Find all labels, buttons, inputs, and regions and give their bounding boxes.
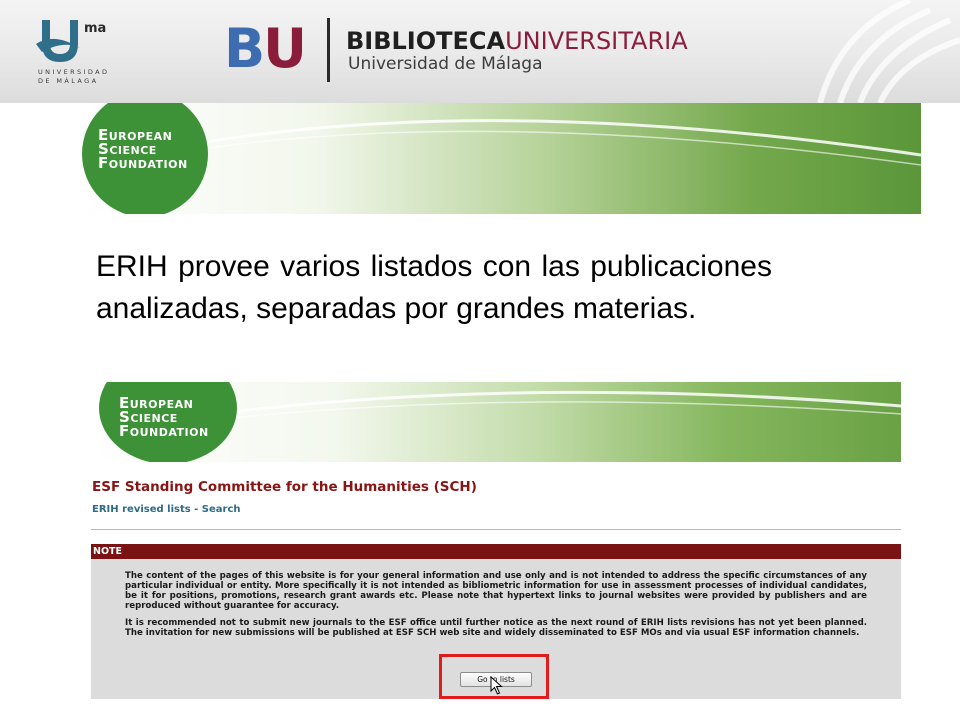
esf-site-banner: EUROPEAN SCIENCE FOUNDATION — [91, 382, 901, 462]
esf-logo: EUROPEAN SCIENCE FOUNDATION — [98, 126, 188, 172]
title-divider — [91, 529, 901, 530]
bu-logo-u: U — [263, 17, 307, 80]
button-highlight-box — [439, 654, 549, 699]
note-header: NOTE — [91, 544, 901, 559]
uma-name: UNIVERSIDAD DE MÁLAGA — [38, 68, 128, 86]
erih-website-screenshot: EUROPEAN SCIENCE FOUNDATION ESF Standing… — [91, 382, 901, 699]
esf-site-logo[interactable]: EUROPEAN SCIENCE FOUNDATION — [119, 396, 209, 440]
library-title-bold: BIBLIOTECA — [346, 27, 506, 55]
uma-logo-text: ma — [84, 21, 106, 36]
library-header: ma UNIVERSIDAD DE MÁLAGA BU BIBLIOTECAUN… — [0, 0, 960, 103]
header-divider — [327, 18, 330, 82]
library-title: BIBLIOTECAUNIVERSITARIA — [346, 28, 688, 54]
library-subtitle: Universidad de Málaga — [348, 54, 543, 74]
bu-logo: BU — [224, 22, 307, 76]
uma-name-line-1: UNIVERSIDAD — [38, 68, 110, 76]
library-title-light: UNIVERSITARIA — [505, 27, 688, 55]
esf-banner: EUROPEAN SCIENCE FOUNDATION — [80, 103, 921, 214]
bu-logo-b: B — [224, 17, 265, 80]
header-swirl-decoration — [817, 0, 960, 103]
slide-body-text: ERIH provee varios listados con las publ… — [96, 250, 772, 325]
uma-name-line-2: DE MÁLAGA — [38, 77, 99, 85]
breadcrumb-link[interactable]: ERIH revised lists - Search — [92, 504, 241, 515]
page-title: ESF Standing Committee for the Humanitie… — [92, 479, 477, 495]
note-paragraph-disclaimer: The content of the pages of this website… — [125, 571, 867, 611]
note-paragraph-submissions: It is recommended not to submit new jour… — [125, 618, 867, 638]
